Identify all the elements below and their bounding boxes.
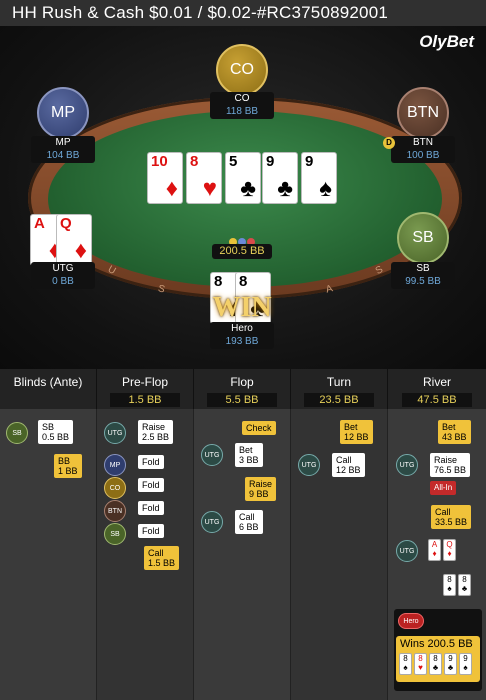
player-plate-hero: Hero 193 BB <box>210 322 274 349</box>
winning-card: 9 ♣ <box>444 653 457 675</box>
player-stack: 104 BB <box>46 150 80 161</box>
street-header-blinds[interactable]: Blinds (Ante) <box>0 369 97 409</box>
board-card: 8 ♥ <box>186 152 222 204</box>
player-name: MP <box>55 137 71 148</box>
street-header-preflop[interactable]: Pre-Flop 1.5 BB <box>97 369 194 409</box>
seat-badge-co: CO <box>104 477 126 499</box>
allin-badge: All-In <box>430 481 457 495</box>
player-name: Hero <box>231 323 253 334</box>
seat-co[interactable]: CO <box>216 44 268 96</box>
player-plate-btn: BTN 100 BB <box>391 136 455 163</box>
action-chip: Fold <box>138 501 164 515</box>
seat-badge-sb: SB <box>6 422 28 444</box>
player-plate-co: CO 118 BB <box>210 92 274 119</box>
action-chip: Check <box>242 421 276 435</box>
action-chip: Fold <box>138 478 164 492</box>
action-chip: Call 12 BB <box>332 453 365 477</box>
seat-badge-utg: UTG <box>201 444 223 466</box>
board-card: 9 ♠ <box>301 152 337 204</box>
showdown-card: A ♦ <box>428 539 441 561</box>
board-card: 5 ♣ <box>225 152 261 204</box>
street-header-flop[interactable]: Flop 5.5 BB <box>194 369 291 409</box>
dealer-button: D <box>383 137 395 149</box>
player-stack: 193 BB <box>225 336 259 347</box>
win-banner: WIN <box>212 292 272 323</box>
wins-amount: Wins 200.5 BB <box>400 638 473 650</box>
winning-card: 8 ♣ <box>429 653 442 675</box>
street-header-turn[interactable]: Turn 23.5 BB <box>291 369 388 409</box>
seat-btn[interactable]: BTN <box>397 87 449 139</box>
window-title: HH Rush & Cash $0.01 / $0.02-#RC37508920… <box>0 0 486 26</box>
action-chip: Raise 76.5 BB <box>430 453 471 477</box>
seat-badge-mp: MP <box>104 454 126 476</box>
player-stack: 99.5 BB <box>405 276 441 287</box>
action-chip: BB 1 BB <box>54 454 82 478</box>
winning-card: 9 ♠ <box>459 653 472 675</box>
brand-logo: OlyBet <box>419 32 474 51</box>
action-chip: Call 6 BB <box>235 510 263 534</box>
winning-card: 8 ♥ <box>414 653 427 675</box>
action-chip: Bet 3 BB <box>235 443 263 467</box>
player-name: CO <box>234 93 250 104</box>
street-header-river[interactable]: River 47.5 BB <box>388 369 486 409</box>
pot-amount: 200.5 BB <box>212 244 272 259</box>
action-chip: Call 33.5 BB <box>431 505 472 529</box>
seat-sb[interactable]: SB <box>397 212 449 264</box>
player-stack: 0 BB <box>52 276 74 287</box>
seat-badge-utg: UTG <box>298 454 320 476</box>
action-chip: Fold <box>138 524 164 538</box>
utg-hole-card: Q ♦ <box>56 214 92 266</box>
board-card: 9 ♣ <box>262 152 298 204</box>
action-chip: Call 1.5 BB <box>144 546 180 570</box>
seat-badge-btn: BTN <box>104 500 126 522</box>
board-card: 10 ♦ <box>147 152 183 204</box>
seat-badge-utg: UTG <box>396 540 418 562</box>
player-plate-mp: MP 104 BB <box>31 136 95 163</box>
seat-badge-sb: SB <box>104 523 126 545</box>
player-name: BTN <box>413 137 433 148</box>
action-chip: Raise 2.5 BB <box>138 420 174 444</box>
action-chip: Fold <box>138 455 164 469</box>
showdown-card: 8 ♣ <box>458 574 471 596</box>
action-chip: Bet 12 BB <box>340 420 373 444</box>
action-chip: SB 0.5 BB <box>38 420 74 444</box>
hero-badge: Hero <box>398 613 424 629</box>
player-name: UTG <box>52 263 74 274</box>
action-chip: Raise 9 BB <box>245 477 277 501</box>
player-name: SB <box>416 263 430 274</box>
seat-badge-utg: UTG <box>201 511 223 533</box>
seat-mp[interactable]: MP <box>37 87 89 139</box>
action-chip: Bet 43 BB <box>438 420 471 444</box>
player-plate-sb: SB 99.5 BB <box>391 262 455 289</box>
chip-stack-icon <box>229 233 259 246</box>
showdown-card: 8 ♠ <box>443 574 456 596</box>
winning-card: 8 ♠ <box>399 653 412 675</box>
player-plate-utg: UTG 0 BB <box>31 262 95 289</box>
player-stack: 100 BB <box>406 150 440 161</box>
column-blinds <box>0 409 97 700</box>
player-stack: 118 BB <box>225 106 259 117</box>
showdown-card: Q ♦ <box>443 539 456 561</box>
seat-badge-utg: UTG <box>396 454 418 476</box>
seat-badge-utg: UTG <box>104 422 126 444</box>
